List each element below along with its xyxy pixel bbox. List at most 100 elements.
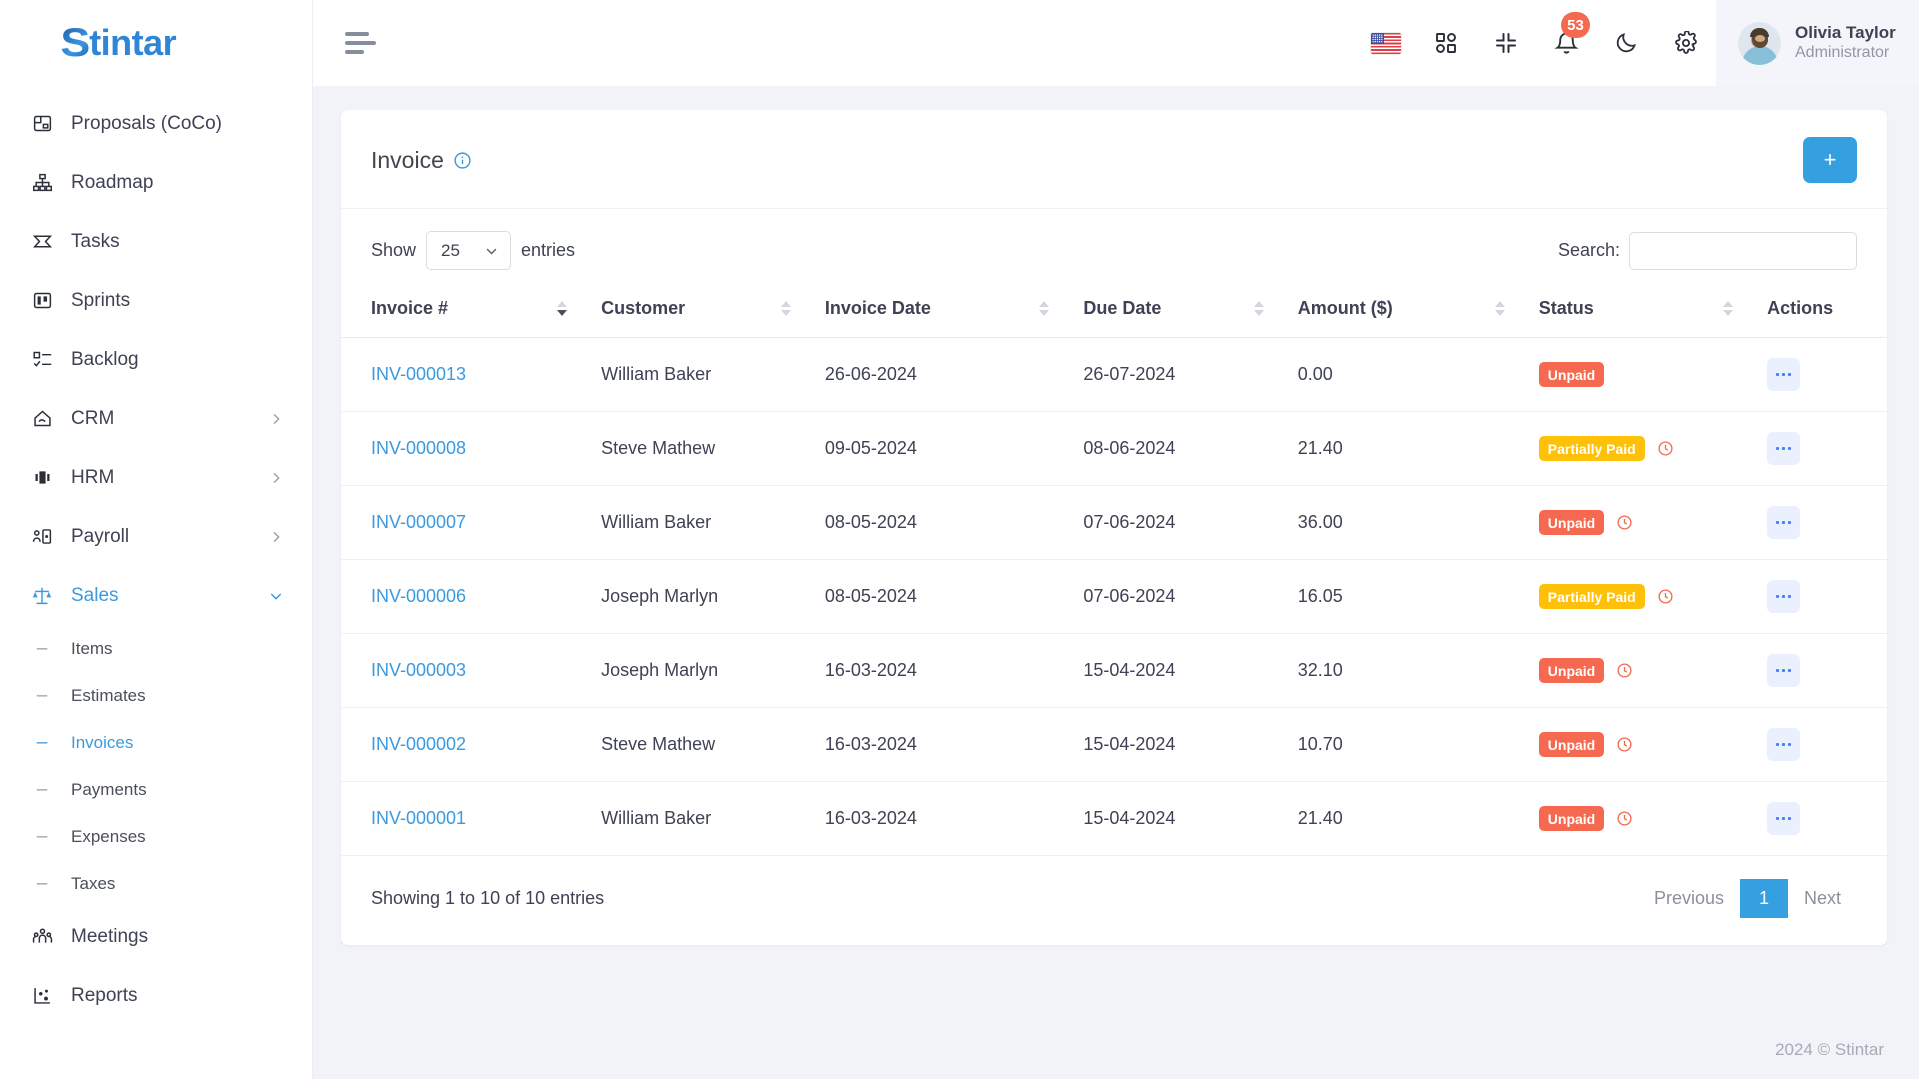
sidebar-item-reports[interactable]: Reports (0, 966, 312, 1025)
sidebar-item-meetings[interactable]: Meetings (0, 907, 312, 966)
language-selector[interactable] (1356, 0, 1416, 86)
column-label: Customer (601, 298, 686, 318)
sidebar-subitem-label: Invoices (71, 732, 134, 752)
cell-status: Unpaid (1538, 633, 1768, 708)
sidebar-item-label: Roadmap (71, 171, 154, 193)
sort-icon (1723, 301, 1734, 316)
cell-customer: Steve Mathew (601, 411, 825, 486)
column-label: Due Date (1083, 298, 1162, 318)
sidebar-subitem-expenses[interactable]: – Expenses (0, 813, 312, 860)
roadmap-icon (27, 172, 57, 193)
sidebar-item-label: Backlog (71, 348, 139, 370)
invoice-link[interactable]: INV-000013 (371, 364, 466, 384)
cell-due-date: 07-06-2024 (1083, 485, 1298, 560)
pagination-page-1[interactable]: 1 (1739, 879, 1788, 918)
cell-amount: 0.00 (1297, 337, 1539, 412)
row-actions-button[interactable] (1767, 432, 1801, 465)
us-flag-icon (1371, 32, 1401, 54)
row-actions-button[interactable] (1767, 654, 1801, 687)
meetings-icon (27, 926, 57, 947)
column-header-invoice-date[interactable]: Invoice Date (824, 284, 1084, 338)
invoice-link[interactable]: INV-000006 (371, 586, 466, 606)
sidebar-item-roadmap[interactable]: Roadmap (0, 153, 312, 212)
sidebar-item-payroll[interactable]: Payroll (0, 507, 312, 566)
tasks-icon (27, 231, 57, 252)
add-invoice-button[interactable]: + (1803, 137, 1857, 183)
sidebar-item-backlog[interactable]: Backlog (0, 330, 312, 389)
column-label: Invoice Date (824, 298, 931, 318)
search-input[interactable] (1629, 231, 1857, 270)
chevron-right-icon (268, 411, 284, 427)
sidebar-item-sprints[interactable]: Sprints (0, 271, 312, 330)
cell-status: Unpaid (1538, 485, 1768, 560)
sprints-icon (27, 290, 57, 311)
column-header-amount[interactable]: Amount ($) (1297, 284, 1539, 338)
chevron-right-icon (268, 470, 284, 486)
sidebar-subitem-label: Taxes (71, 873, 116, 893)
pagination-previous[interactable]: Previous (1638, 879, 1740, 918)
column-header-invoice[interactable]: Invoice # (341, 284, 602, 338)
cell-invoice-date: 16-03-2024 (824, 633, 1084, 708)
dark-mode-toggle[interactable] (1596, 0, 1656, 86)
invoice-link[interactable]: INV-000001 (371, 808, 466, 828)
copyright-text: 2024 © Stintar (1775, 1040, 1884, 1059)
sidebar-item-sales[interactable]: Sales (0, 566, 312, 625)
cell-invoice-date: 09-05-2024 (824, 411, 1084, 486)
row-actions-button[interactable] (1767, 358, 1801, 391)
notification-badge: 53 (1561, 12, 1590, 38)
sidebar-item-label: Reports (71, 984, 138, 1006)
sidebar-subitem-payments[interactable]: – Payments (0, 766, 312, 813)
invoice-link[interactable]: INV-000007 (371, 512, 466, 532)
settings-button[interactable] (1656, 0, 1716, 86)
cell-customer: William Baker (601, 337, 825, 412)
show-label: Show (371, 240, 417, 260)
apps-grid-button[interactable] (1416, 0, 1476, 86)
table-row: INV-000003 Joseph Marlyn 16-03-2024 15-04-2… (341, 633, 1887, 708)
row-actions-button[interactable] (1767, 506, 1801, 539)
menu-toggle-icon[interactable] (345, 26, 379, 60)
row-actions-button[interactable] (1767, 802, 1801, 835)
page-size-select[interactable]: 102550100 (426, 231, 512, 270)
sidebar-subitem-label: Payments (71, 779, 147, 799)
app-root: Stintar Proposals (CoCo) Roadmap Tasks S… (0, 0, 1919, 1079)
table-header-row: Invoice # Customer Invoice Date Due Date (341, 284, 1887, 338)
sidebar-subitem-items[interactable]: – Items (0, 625, 312, 672)
sidebar-item-tasks[interactable]: Tasks (0, 212, 312, 271)
column-header-customer[interactable]: Customer (601, 284, 825, 338)
dash-icon: – (36, 685, 48, 706)
row-actions-button[interactable] (1767, 728, 1801, 761)
sidebar-item-proposals[interactable]: Proposals (CoCo) (0, 94, 312, 153)
sidebar-subitem-taxes[interactable]: – Taxes (0, 860, 312, 907)
sidebar-subitem-label: Estimates (71, 685, 146, 705)
sidebar-subitem-invoices[interactable]: – Invoices (0, 719, 312, 766)
invoice-link[interactable]: INV-000003 (371, 660, 466, 680)
sidebar-item-crm[interactable]: CRM (0, 389, 312, 448)
cell-customer: Joseph Marlyn (601, 633, 825, 708)
table-row: INV-000001 William Baker 16-03-2024 15-04-2… (341, 781, 1887, 856)
status-badge: Unpaid (1538, 658, 1605, 683)
brand-logo[interactable]: Stintar (0, 0, 312, 86)
column-header-due-date[interactable]: Due Date (1083, 284, 1298, 338)
page-content: Invoice + Show 102550100 (313, 86, 1919, 1021)
sort-icon (557, 301, 568, 316)
card-header: Invoice + (341, 110, 1887, 209)
sidebar-subitem-estimates[interactable]: – Estimates (0, 672, 312, 719)
user-profile[interactable]: Olivia Taylor Administrator (1716, 0, 1919, 86)
cell-status: Unpaid (1538, 781, 1768, 856)
table-row: INV-000007 William Baker 08-05-2024 07-06-2… (341, 485, 1887, 560)
entries-label: entries (521, 240, 576, 260)
sidebar-item-hrm[interactable]: HRM (0, 448, 312, 507)
status-badge: Unpaid (1538, 362, 1605, 387)
row-actions-button[interactable] (1767, 580, 1801, 613)
pagination-next[interactable]: Next (1788, 879, 1857, 918)
cell-due-date: 15-04-2024 (1083, 781, 1298, 856)
info-icon[interactable] (453, 151, 472, 170)
invoice-link[interactable]: INV-000008 (371, 438, 466, 458)
compress-button[interactable] (1476, 0, 1536, 86)
column-label: Invoice # (371, 298, 449, 318)
cell-invoice-date: 16-03-2024 (824, 707, 1084, 782)
notifications-button[interactable]: 53 (1536, 0, 1596, 86)
column-header-status[interactable]: Status (1538, 284, 1768, 338)
invoice-link[interactable]: INV-000002 (371, 734, 466, 754)
sort-icon (780, 301, 791, 316)
